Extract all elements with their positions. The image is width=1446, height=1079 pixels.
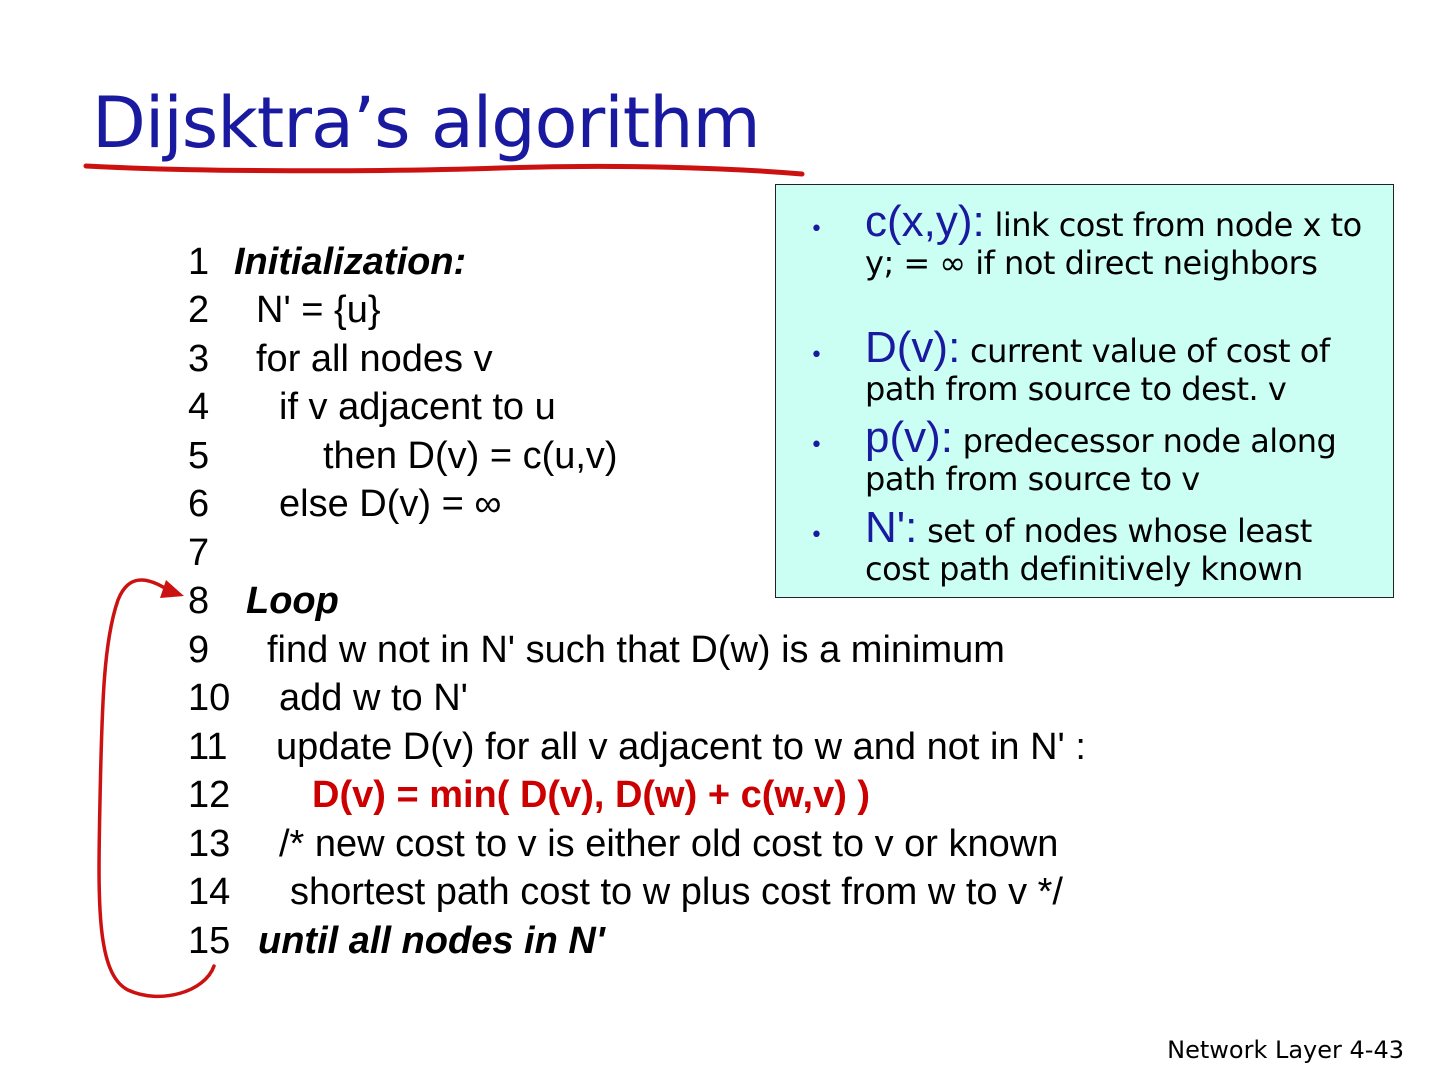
code-text: if v adjacent to u [279, 386, 556, 428]
bullet-icon: • [810, 217, 823, 242]
bullet-icon: • [810, 523, 823, 548]
slide-footer: Network Layer 4-43 [1167, 1036, 1404, 1064]
definition-text: set of nodes whose least cost path defin… [865, 512, 1312, 588]
code-text-highlight: D(v) = min( D(v), D(w) + c(w,v) ) [312, 774, 871, 816]
loop-arrow-icon [97, 578, 216, 999]
code-text: find w not in N' such that D(w) is a min… [267, 629, 1005, 671]
code-text: N' = {u} [256, 289, 381, 331]
code-text: then D(v) = c(u,v) [323, 435, 618, 477]
code-text: add w to N' [279, 677, 468, 719]
code-text: update D(v) for all v adjacent to w and … [276, 726, 1086, 768]
definition-term: D(v): [865, 323, 961, 372]
definitions-box: • c(x,y): link cost from node x to y; = … [775, 184, 1394, 598]
code-text: shortest path cost to w plus cost from w… [290, 871, 1063, 913]
code-text: else D(v) = ∞ [279, 483, 502, 525]
code-text: for all nodes v [256, 338, 493, 380]
bullet-icon: • [810, 343, 823, 368]
definition-term: N': [865, 503, 918, 552]
bullet-icon: • [810, 433, 823, 458]
code-text: Initialization: [234, 241, 467, 283]
code-text: until all nodes in N' [258, 920, 605, 962]
definition-term: p(v): [865, 413, 953, 462]
code-text: /* new cost to v is either old cost to v… [279, 823, 1059, 865]
definition-term: c(x,y): [865, 197, 985, 246]
